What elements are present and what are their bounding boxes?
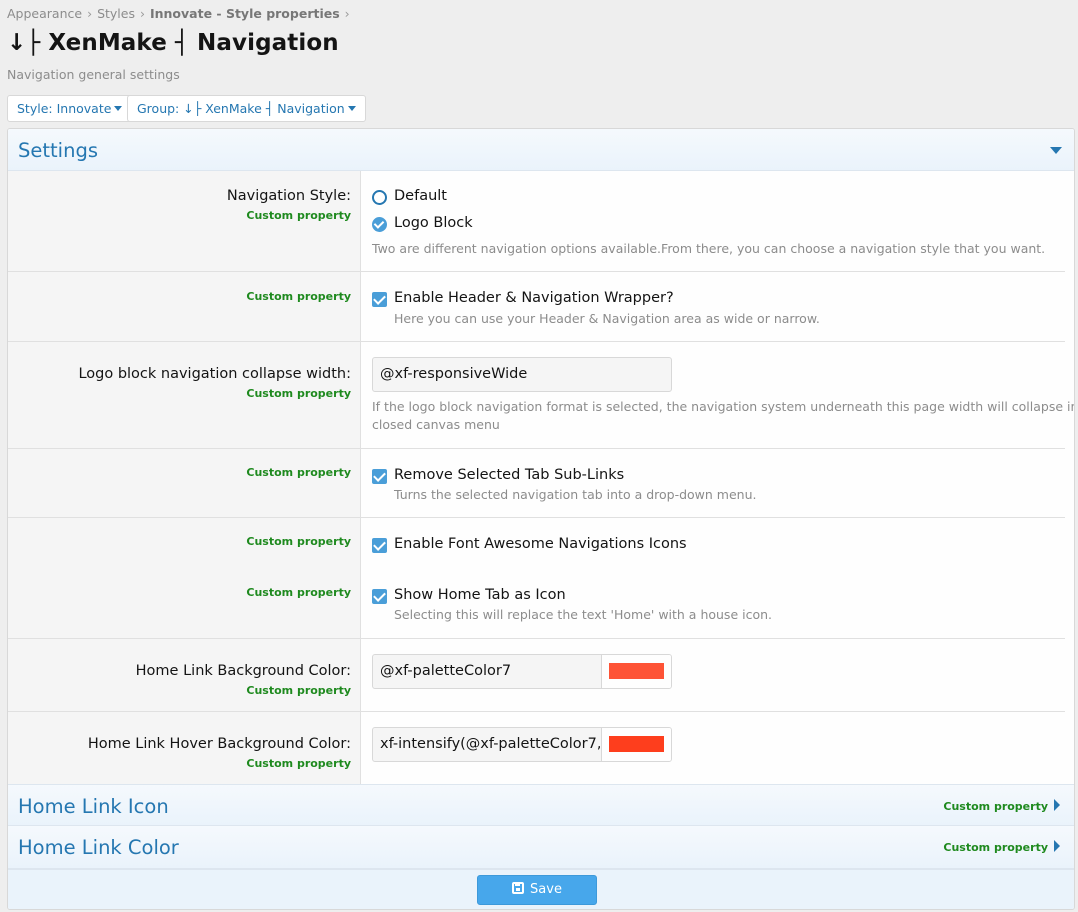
- expand-arrow-icon[interactable]: [1054, 840, 1060, 852]
- color-swatch: [609, 736, 664, 752]
- row-label: Logo block navigation collapse width:: [78, 366, 351, 382]
- caret-down-icon: [347, 106, 356, 111]
- style-properties-panel: Settings Navigation Style: Custom proper…: [7, 128, 1075, 910]
- section-header-settings[interactable]: Settings: [8, 129, 1074, 171]
- style-filter-button[interactable]: Style: Innovate: [7, 95, 133, 122]
- home-bg-color-input[interactable]: @xf-paletteColor7: [372, 654, 672, 689]
- style-filter-label: Style: Innovate: [17, 101, 112, 116]
- group-filter-button[interactable]: Group: ↓├ XenMake ┤ Navigation: [127, 95, 366, 122]
- color-value[interactable]: xf-intensify(@xf-paletteColor7, 5%): [380, 728, 600, 761]
- custom-property-badge: Custom property: [943, 800, 1048, 813]
- checkbox-home-icon-label[interactable]: Show Home Tab as Icon: [394, 587, 566, 603]
- page-title: ↓├ XenMake ┤ Navigation: [7, 30, 339, 56]
- checkbox-remove-sublinks-label[interactable]: Remove Selected Tab Sub-Links: [394, 467, 624, 483]
- radio-default-label[interactable]: Default: [394, 188, 447, 204]
- custom-property-badge: Custom property: [246, 586, 351, 599]
- home-hover-bg-color-input[interactable]: xf-intensify(@xf-paletteColor7, 5%): [372, 727, 672, 762]
- row-label: Home Link Hover Background Color:: [87, 736, 351, 752]
- radio-logo-block[interactable]: [372, 217, 387, 232]
- breadcrumb-styles[interactable]: Styles: [97, 6, 135, 21]
- section-title: Home Link Icon: [18, 795, 169, 818]
- save-icon: [512, 882, 525, 894]
- chevron-right-icon: ›: [344, 6, 350, 21]
- row-hint-line-2: closed canvas menu: [372, 417, 500, 432]
- expand-arrow-icon[interactable]: [1054, 799, 1060, 811]
- color-picker-button[interactable]: [601, 728, 671, 761]
- breadcrumb-appearance[interactable]: Appearance: [7, 6, 82, 21]
- row-home-icon: Custom property Show Home Tab as Icon Se…: [8, 569, 1065, 639]
- color-swatch: [609, 663, 664, 679]
- custom-property-badge: Custom property: [246, 684, 351, 697]
- caret-down-icon: [114, 106, 123, 111]
- radio-logo-block-label[interactable]: Logo Block: [394, 215, 473, 231]
- section-header-home-link-color[interactable]: Home Link Color Custom property: [8, 826, 1074, 869]
- row-header-wrapper: Custom property Enable Header & Navigati…: [8, 272, 1065, 342]
- row-fa-icons: Custom property Enable Font Awesome Navi…: [8, 518, 1065, 569]
- save-button-label: Save: [530, 882, 562, 897]
- row-home-hover-bg-color: Home Link Hover Background Color: Custom…: [8, 712, 1065, 784]
- checkbox-header-wrapper[interactable]: [372, 292, 387, 307]
- row-hint: Turns the selected navigation tab into a…: [394, 487, 757, 502]
- color-value[interactable]: @xf-paletteColor7: [380, 655, 600, 688]
- group-filter-label: Group: ↓├ XenMake ┤ Navigation: [137, 101, 345, 116]
- custom-property-badge: Custom property: [246, 757, 351, 770]
- checkbox-remove-sublinks[interactable]: [372, 469, 387, 484]
- chevron-right-icon: ›: [139, 6, 145, 21]
- custom-property-badge: Custom property: [246, 290, 351, 303]
- row-remove-sublinks: Custom property Remove Selected Tab Sub-…: [8, 449, 1065, 518]
- checkbox-fa-icons[interactable]: [372, 538, 387, 553]
- section-title: Home Link Color: [18, 836, 179, 859]
- radio-default[interactable]: [372, 190, 387, 205]
- checkbox-header-wrapper-label[interactable]: Enable Header & Navigation Wrapper?: [394, 290, 674, 306]
- custom-property-badge: Custom property: [246, 466, 351, 479]
- collapse-arrow-icon[interactable]: [1050, 147, 1062, 154]
- row-hint-line-1: If the logo block navigation format is s…: [372, 399, 1075, 414]
- color-picker-button[interactable]: [601, 655, 671, 688]
- custom-property-badge: Custom property: [246, 387, 351, 400]
- form-footer: Save: [8, 869, 1074, 909]
- settings-form: Navigation Style: Custom property Defaul…: [8, 171, 1074, 784]
- row-hint: Two are different navigation options ava…: [372, 241, 1046, 256]
- section-title: Settings: [18, 139, 98, 162]
- section-header-home-link-icon[interactable]: Home Link Icon Custom property: [8, 784, 1074, 826]
- row-navigation-style: Navigation Style: Custom property Defaul…: [8, 171, 1065, 272]
- checkbox-fa-icons-label[interactable]: Enable Font Awesome Navigations Icons: [394, 536, 687, 552]
- save-button[interactable]: Save: [477, 875, 597, 905]
- custom-property-badge: Custom property: [246, 209, 351, 222]
- row-label: Home Link Background Color:: [135, 663, 351, 679]
- custom-property-badge: Custom property: [246, 535, 351, 548]
- row-home-bg-color: Home Link Background Color: Custom prope…: [8, 639, 1065, 712]
- checkbox-home-icon[interactable]: [372, 589, 387, 604]
- page-description: Navigation general settings: [7, 67, 180, 82]
- breadcrumb-style-properties[interactable]: Innovate - Style properties: [150, 6, 340, 21]
- breadcrumb: Appearance › Styles › Innovate - Style prope…: [7, 6, 355, 21]
- row-hint: Selecting this will replace the text 'Ho…: [394, 607, 772, 622]
- collapse-width-input[interactable]: @xf-responsiveWide: [372, 357, 672, 392]
- custom-property-badge: Custom property: [943, 841, 1048, 854]
- row-collapse-width: Logo block navigation collapse width: Cu…: [8, 342, 1074, 449]
- row-label: Navigation Style:: [226, 188, 351, 204]
- chevron-right-icon: ›: [87, 6, 93, 21]
- row-hint: Here you can use your Header & Navigatio…: [394, 311, 820, 326]
